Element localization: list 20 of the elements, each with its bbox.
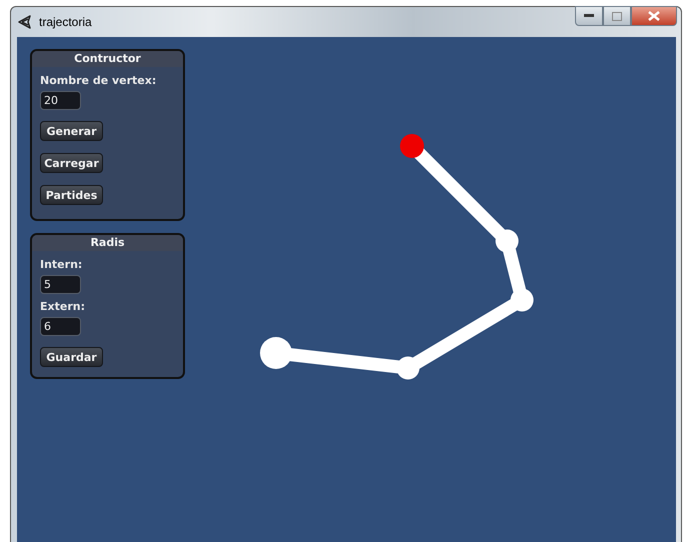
minimize-icon — [584, 14, 594, 18]
panel-title: Contructor — [32, 51, 183, 67]
panel-button[interactable]: Guardar — [40, 347, 103, 367]
number-field[interactable]: 20 — [40, 91, 81, 110]
minimize-button[interactable] — [575, 6, 603, 26]
panel-button[interactable]: Carregar — [40, 153, 103, 173]
maximize-button[interactable] — [603, 6, 631, 26]
window-title: trajectoria — [39, 15, 92, 29]
field-label: Intern: — [40, 258, 82, 271]
number-field[interactable]: 6 — [40, 317, 81, 336]
field-label: Nombre de vertex: — [40, 74, 156, 87]
maximize-icon — [612, 12, 622, 20]
panel-title: Radis — [32, 235, 183, 251]
close-button[interactable] — [631, 6, 677, 26]
field-label: Extern: — [40, 300, 85, 313]
app-logo-icon — [17, 14, 33, 30]
panel-button[interactable]: Generar — [40, 121, 103, 141]
panel-button[interactable]: Partides — [40, 185, 103, 205]
close-icon — [648, 11, 660, 21]
number-field[interactable]: 5 — [40, 275, 81, 294]
